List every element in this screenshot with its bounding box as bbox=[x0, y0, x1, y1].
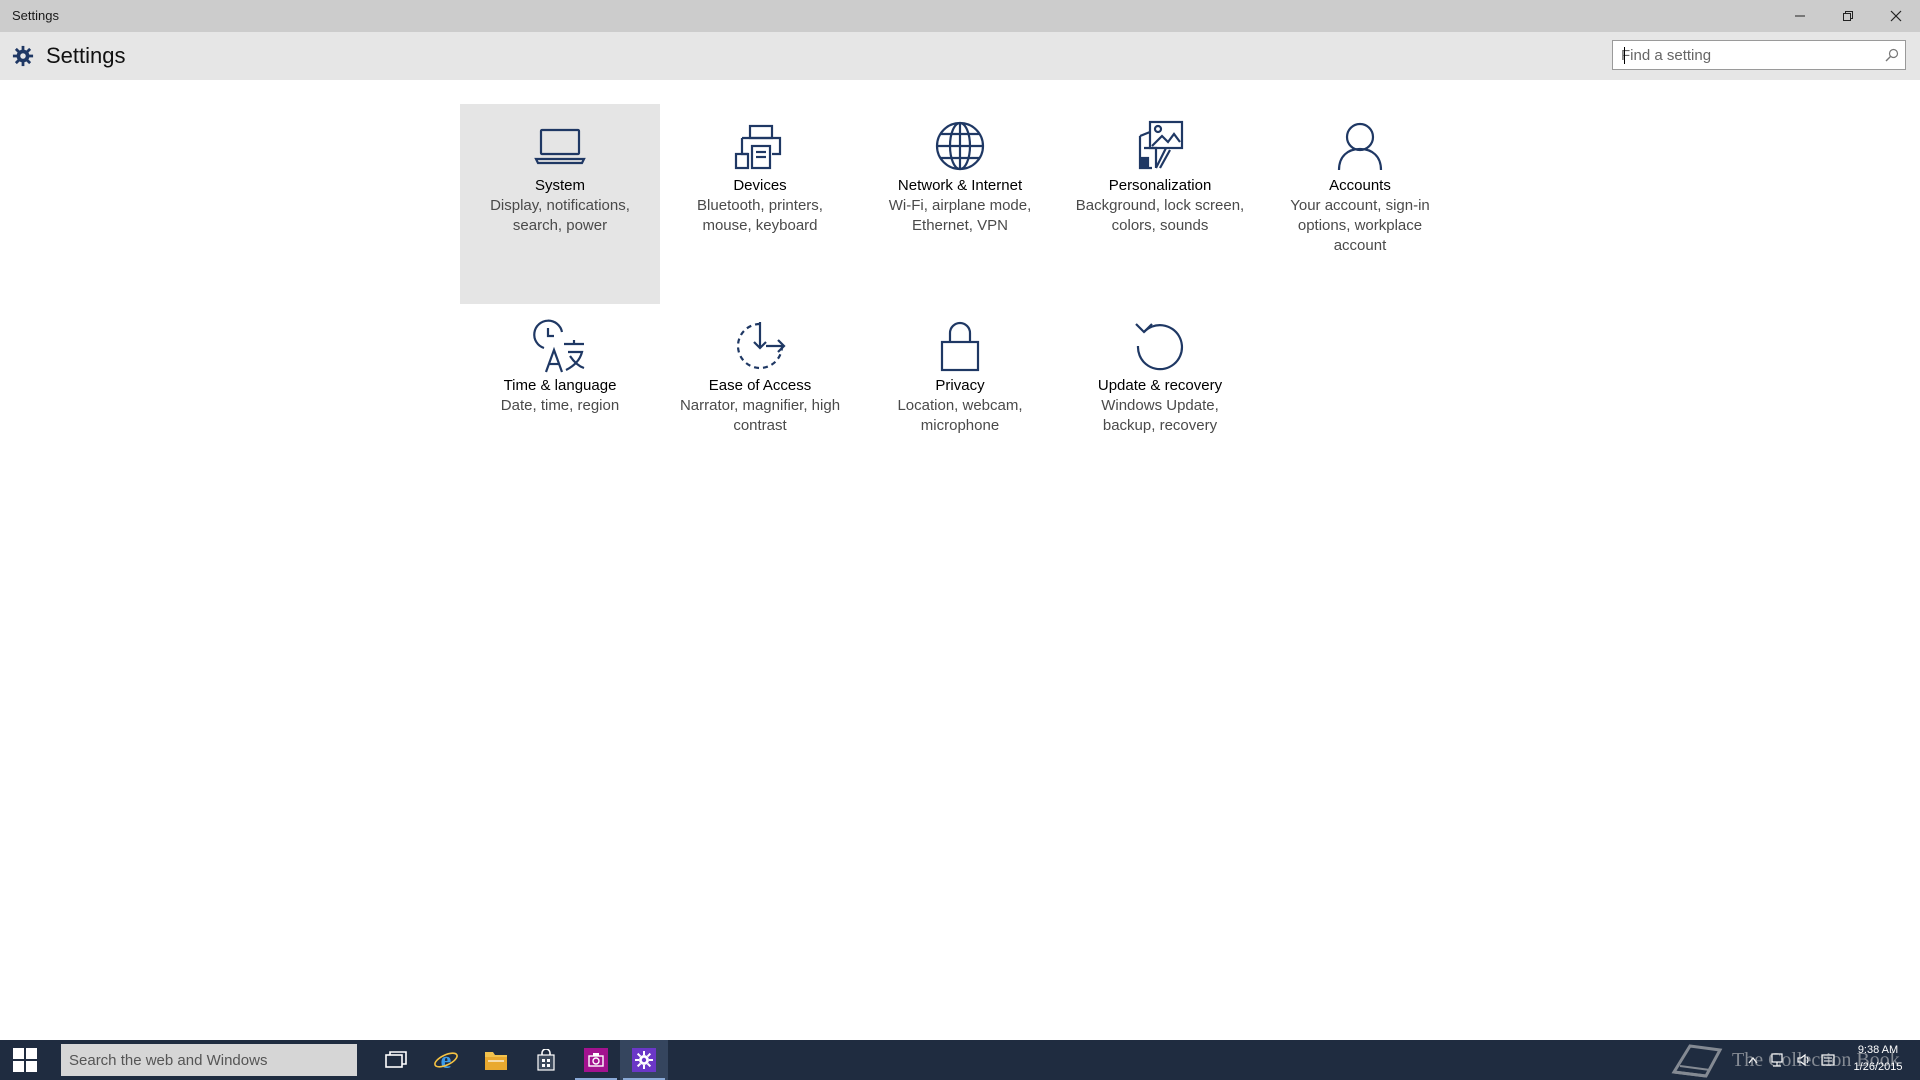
category-description: Your account, sign-in options, workplace… bbox=[1290, 197, 1430, 254]
category-description: Bluetooth, printers, mouse, keyboard bbox=[697, 197, 823, 234]
globe-icon bbox=[932, 118, 988, 174]
devices-icon bbox=[732, 118, 788, 174]
restore-icon bbox=[1843, 11, 1853, 21]
settings-taskbar-button[interactable] bbox=[620, 1040, 668, 1080]
action-center-button[interactable] bbox=[1816, 1040, 1840, 1080]
svg-text:e: e bbox=[441, 1048, 452, 1073]
category-time-language[interactable]: Time & language Date, time, region bbox=[460, 304, 660, 504]
store-icon bbox=[537, 1049, 555, 1071]
category-personalization[interactable]: Personalization Background, lock screen,… bbox=[1060, 104, 1260, 304]
time-language-icon bbox=[532, 318, 588, 374]
personalization-icon bbox=[1132, 118, 1188, 174]
chevron-up-icon bbox=[1748, 1056, 1758, 1064]
taskbar-search-box[interactable] bbox=[61, 1044, 357, 1076]
network-icon bbox=[1771, 1053, 1783, 1067]
page-title: Settings bbox=[46, 43, 126, 68]
category-description: Wi-Fi, airplane mode, Ethernet, VPN bbox=[888, 197, 1032, 234]
category-name: Ease of Access bbox=[708, 377, 812, 394]
category-name: Accounts bbox=[1329, 177, 1391, 194]
category-description: Date, time, region bbox=[500, 397, 620, 414]
store-button[interactable] bbox=[522, 1040, 570, 1080]
clock-time: 9:38 AM bbox=[1857, 1044, 1899, 1056]
show-hidden-icons-button[interactable] bbox=[1742, 1040, 1764, 1080]
file-explorer-button[interactable] bbox=[472, 1040, 520, 1080]
category-devices[interactable]: Devices Bluetooth, printers, mouse, keyb… bbox=[660, 104, 860, 304]
category-name: Privacy bbox=[935, 377, 985, 394]
category-name: System bbox=[534, 177, 585, 194]
notifications-icon bbox=[1821, 1054, 1835, 1066]
task-view-icon bbox=[385, 1051, 407, 1068]
category-name: Network & Internet bbox=[897, 177, 1023, 194]
ease-of-access-icon bbox=[732, 318, 788, 374]
minimize-button[interactable] bbox=[1776, 0, 1824, 32]
category-description: Background, lock screen, colors, sounds bbox=[1075, 197, 1245, 234]
category-update-recovery[interactable]: Update & recovery Windows Update, backup… bbox=[1060, 304, 1260, 504]
category-name: Time & language bbox=[503, 377, 617, 394]
settings-icon bbox=[632, 1048, 656, 1072]
person-icon bbox=[1332, 118, 1388, 174]
category-ease-of-access[interactable]: Ease of Access Narrator, magnifier, high… bbox=[660, 304, 860, 504]
minimize-icon bbox=[1795, 15, 1805, 17]
laptop-icon bbox=[532, 118, 588, 174]
category-description: Location, webcam, microphone bbox=[897, 397, 1023, 434]
start-button[interactable] bbox=[0, 1040, 50, 1080]
search-icon[interactable] bbox=[1885, 48, 1899, 67]
restore-button[interactable] bbox=[1824, 0, 1872, 32]
category-privacy[interactable]: Privacy Location, webcam, microphone bbox=[860, 304, 1060, 504]
find-setting-search-box[interactable] bbox=[1612, 40, 1906, 70]
clock-date: 1/26/2015 bbox=[1853, 1061, 1903, 1073]
category-system[interactable]: System Display, notifications, search, p… bbox=[460, 104, 660, 304]
find-setting-input[interactable] bbox=[1621, 41, 1871, 69]
camera-app-icon bbox=[584, 1048, 608, 1072]
internet-explorer-button[interactable]: e bbox=[422, 1040, 470, 1080]
category-name: Update & recovery bbox=[1097, 377, 1223, 394]
taskbar: e bbox=[0, 1040, 1920, 1080]
window-title: Settings bbox=[12, 8, 59, 23]
file-explorer-icon bbox=[485, 1052, 507, 1070]
volume-tray-button[interactable] bbox=[1792, 1040, 1816, 1080]
speaker-icon bbox=[1797, 1053, 1809, 1067]
title-bar: Settings bbox=[0, 0, 1920, 32]
taskbar-search-input[interactable] bbox=[69, 1044, 349, 1076]
category-name: Personalization bbox=[1108, 177, 1212, 194]
network-tray-button[interactable] bbox=[1766, 1040, 1790, 1080]
camera-app-button[interactable] bbox=[572, 1040, 620, 1080]
close-button[interactable] bbox=[1872, 0, 1920, 32]
text-caret bbox=[1624, 47, 1625, 64]
category-name: Devices bbox=[733, 177, 787, 194]
system-clock[interactable]: 9:38 AM 1/26/2015 bbox=[1838, 1042, 1918, 1076]
category-description: Display, notifications, search, power bbox=[490, 197, 630, 234]
category-description: Windows Update, backup, recovery bbox=[1101, 397, 1219, 434]
settings-gear-icon bbox=[12, 45, 34, 72]
close-icon bbox=[1890, 10, 1902, 22]
refresh-icon bbox=[1132, 318, 1188, 374]
lock-icon bbox=[932, 318, 988, 374]
windows-logo-icon bbox=[13, 1048, 37, 1072]
category-network-internet[interactable]: Network & Internet Wi-Fi, airplane mode,… bbox=[860, 104, 1060, 304]
task-view-button[interactable] bbox=[372, 1040, 420, 1080]
category-accounts[interactable]: Accounts Your account, sign-in options, … bbox=[1260, 104, 1460, 304]
category-description: Narrator, magnifier, high contrast bbox=[679, 397, 841, 434]
internet-explorer-icon: e bbox=[434, 1048, 458, 1073]
